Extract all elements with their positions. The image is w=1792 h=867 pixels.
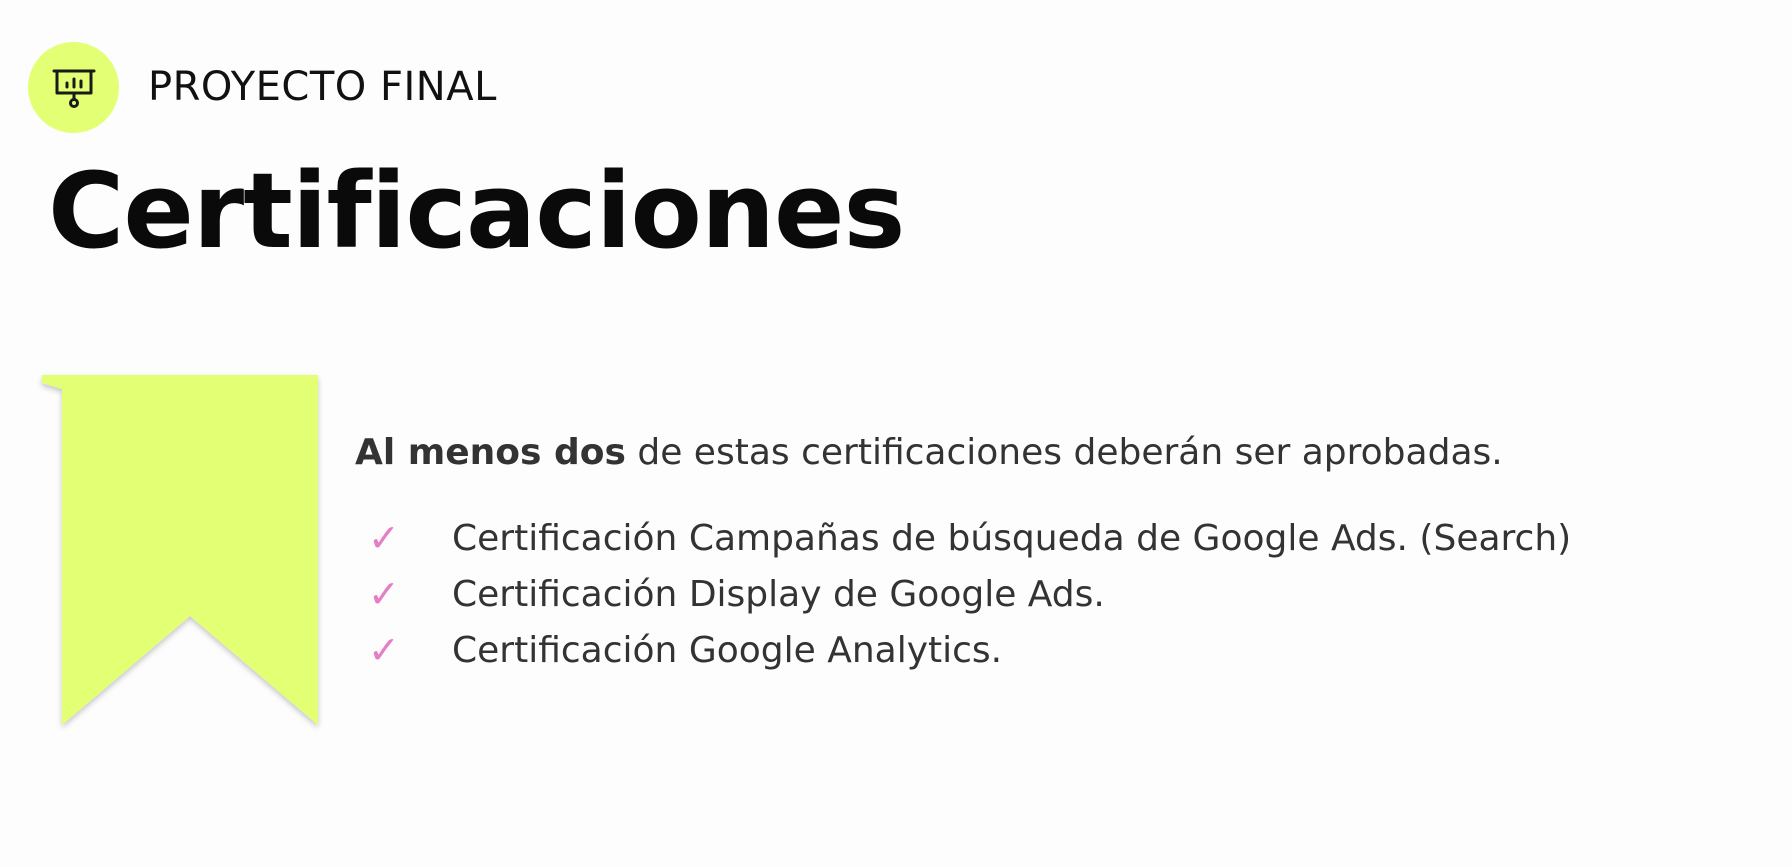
presentation-board-icon: [52, 69, 95, 108]
certification-label: Certificación Display de Google Ads.: [452, 573, 1105, 615]
list-item: ✓ Certificación Campañas de búsqueda de …: [368, 510, 1571, 566]
page-title: Certificaciones: [48, 150, 905, 272]
intro-text: Al menos dos de estas certificaciones de…: [355, 432, 1503, 473]
intro-emphasis: Al menos dos: [355, 432, 626, 473]
checkmark-icon: ✓: [368, 516, 400, 560]
list-item: ✓ Certificación Display de Google Ads.: [368, 566, 1571, 622]
checkmark-icon: ✓: [368, 628, 400, 672]
certification-label: Certificación Campañas de búsqueda de Go…: [452, 517, 1572, 559]
bookmark-ribbon: [40, 373, 322, 729]
certification-list: ✓ Certificación Campañas de búsqueda de …: [368, 510, 1571, 678]
intro-rest: de estas certificaciones deberán ser apr…: [625, 432, 1503, 473]
section-label: PROYECTO FINAL: [148, 64, 497, 110]
checkmark-icon: ✓: [368, 572, 400, 616]
header-icon-badge: [28, 42, 119, 133]
list-item: ✓ Certificación Google Analytics.: [368, 622, 1571, 678]
certification-label: Certificación Google Analytics.: [452, 629, 1003, 671]
